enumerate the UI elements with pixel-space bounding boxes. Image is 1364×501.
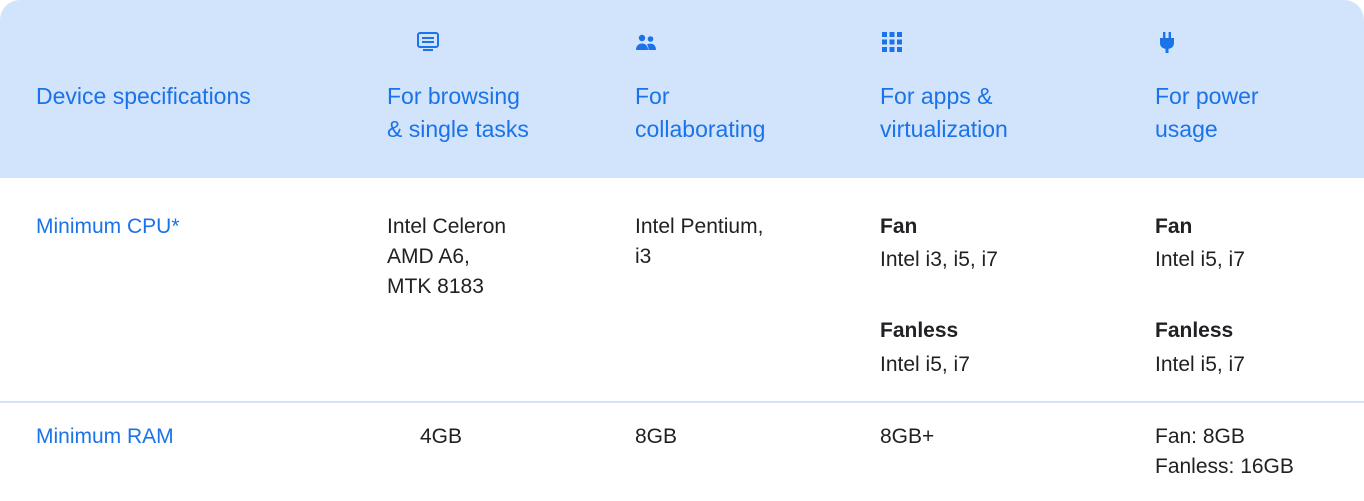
collaborating-column-header: For collaborating [635,83,766,142]
cpu-power-fan-value: Intel i5, i7 [1155,248,1245,271]
cpu-browsing-value: Intel Celeron AMD A6, MTK 8183 [387,215,507,298]
minimum-cpu-label: Minimum CPU* [36,215,180,238]
row-divider [0,401,1364,403]
table-header: Device specifications For browsing & sin… [0,0,1364,178]
cpu-apps-fanless-value: Intel i5, i7 [880,353,970,376]
ram-collaborating-value: 8GB [635,425,678,448]
browsing-column-header: For browsing & single tasks [387,83,529,142]
cpu-power-fan-title: Fan [1155,215,1193,238]
people-icon [636,34,656,50]
apps-grid-icon [882,32,902,52]
cpu-apps-fan-value: Intel i3, i5, i7 [880,248,998,271]
ram-browsing-value: 4GB [420,425,463,448]
apps-column-header: For apps & virtualization [880,83,1008,142]
cpu-power-fanless-value: Intel i5, i7 [1155,353,1245,376]
device-spec-table: Device specifications For browsing & sin… [0,0,1364,501]
power-plug-icon [1160,32,1174,53]
monitor-icon [417,32,439,51]
cpu-apps-fan-title: Fan [880,215,918,238]
cpu-collaborating-value: Intel Pentium, i3 [635,215,764,268]
ram-apps-value: 8GB+ [880,425,935,448]
ram-power-value: Fan: 8GB Fanless: 16GB [1155,425,1294,478]
cpu-power-fanless-title: Fanless [1155,319,1234,342]
minimum-ram-label: Minimum RAM [36,425,174,448]
device-specifications-header: Device specifications [36,83,251,109]
cpu-apps-fanless-title: Fanless [880,319,959,342]
power-column-header: For power usage [1155,83,1259,142]
